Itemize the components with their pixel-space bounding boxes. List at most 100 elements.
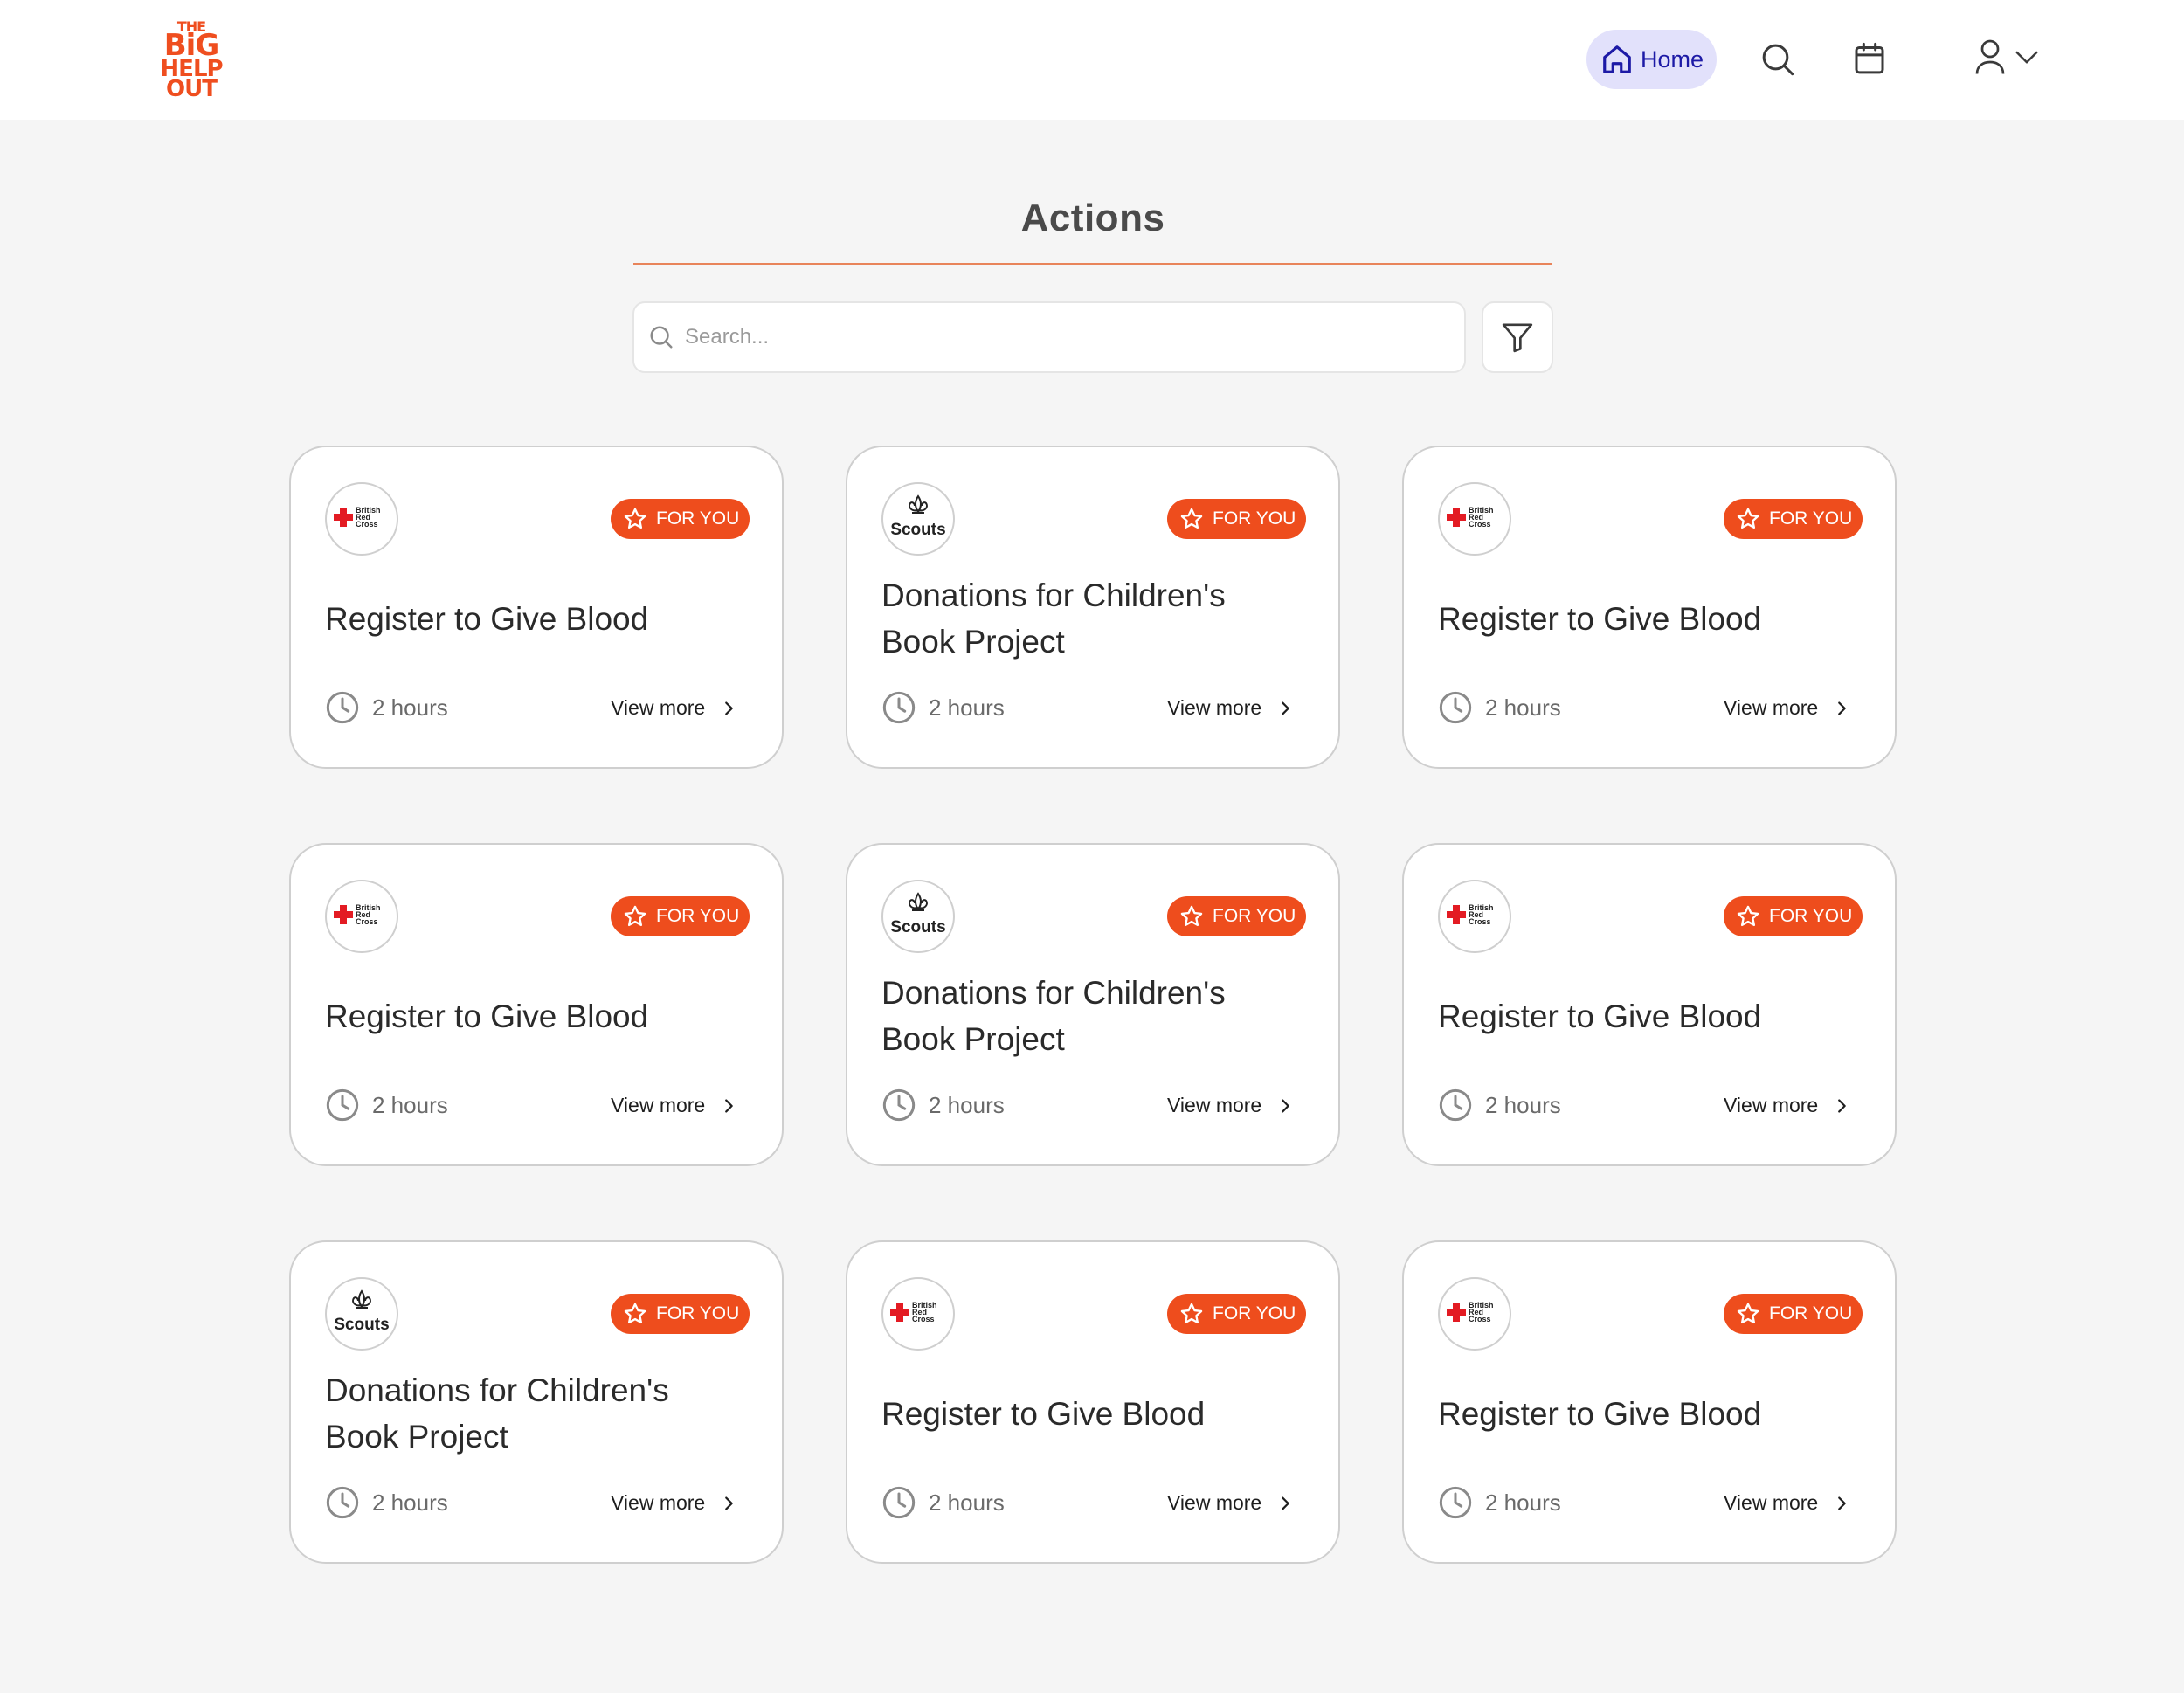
view-more-link[interactable]: View more xyxy=(1167,696,1295,720)
chevron-right-icon xyxy=(725,1496,734,1510)
card-title: Donations for Children's Book Project xyxy=(325,1372,669,1455)
user-icon[interactable] xyxy=(1974,38,2006,75)
duration-label: 2 hours xyxy=(1485,1091,1561,1118)
british-red-cross-logo: British Red Cross xyxy=(325,880,398,953)
for-you-badge: FOR YOU xyxy=(1724,896,1863,936)
clock-icon xyxy=(1439,691,1472,724)
badge-label: FOR YOU xyxy=(1769,1303,1853,1323)
scouts-logo: Scouts xyxy=(881,482,955,556)
card-title: Register to Give Blood xyxy=(1438,1396,1762,1432)
chevron-right-icon xyxy=(1282,1098,1290,1113)
action-card[interactable]: Scouts FOR YOU Donations for Children's B… xyxy=(289,1240,784,1564)
duration: 2 hours xyxy=(1438,690,1561,725)
star-icon xyxy=(1737,1303,1759,1324)
star-icon xyxy=(1737,508,1759,529)
view-more-link[interactable]: View more xyxy=(1167,1094,1295,1117)
view-more-link[interactable]: View more xyxy=(1724,696,1851,720)
chevron-down-icon[interactable] xyxy=(2014,48,2040,66)
chevron-right-icon xyxy=(725,701,734,715)
clock-icon xyxy=(882,1088,916,1122)
top-navigation-bar: THE BiG HELP OUT Home xyxy=(0,0,2184,120)
duration: 2 hours xyxy=(1438,1088,1561,1123)
british-red-cross-logo: British Red Cross xyxy=(1438,880,1511,953)
action-card[interactable]: British Red Cross FOR YOU Register to Giv… xyxy=(1402,843,1897,1166)
badge-label: FOR YOU xyxy=(656,1303,740,1323)
svg-text:Cross: Cross xyxy=(1469,1315,1491,1323)
duration: 2 hours xyxy=(325,1485,448,1520)
clock-icon xyxy=(326,1088,359,1122)
card-title: Donations for Children's Book Project xyxy=(881,975,1226,1057)
action-card[interactable]: British Red Cross FOR YOU Register to Giv… xyxy=(289,843,784,1166)
duration-label: 2 hours xyxy=(929,694,1005,721)
card-title: Donations for Children's Book Project xyxy=(881,577,1226,660)
chevron-right-icon xyxy=(1838,701,1847,715)
chevron-right-icon xyxy=(1838,1496,1847,1510)
duration-label: 2 hours xyxy=(1485,694,1561,721)
filter-button[interactable] xyxy=(1482,301,1553,373)
for-you-badge: FOR YOU xyxy=(1724,1294,1863,1334)
action-card[interactable]: British Red Cross FOR YOU Register to Giv… xyxy=(846,1240,1340,1564)
home-icon xyxy=(1603,45,1631,73)
svg-text:Cross: Cross xyxy=(1469,520,1491,529)
search-input[interactable] xyxy=(685,325,1436,349)
star-icon xyxy=(624,905,646,927)
british-red-cross-logo: British Red Cross xyxy=(881,1277,955,1351)
view-more-link[interactable]: View more xyxy=(1167,1491,1295,1515)
view-more-label: View more xyxy=(611,696,706,719)
search-icon[interactable] xyxy=(1760,42,1795,77)
card-title: Register to Give Blood xyxy=(881,1396,1206,1432)
nav-home-label: Home xyxy=(1641,45,1704,73)
star-icon xyxy=(624,1303,646,1324)
action-card[interactable]: British Red Cross FOR YOU Register to Giv… xyxy=(1402,1240,1897,1564)
british-red-cross-logo: British Red Cross xyxy=(1438,1277,1511,1351)
british-red-cross-logo: British Red Cross xyxy=(1438,482,1511,556)
for-you-badge: FOR YOU xyxy=(611,499,750,539)
clock-icon xyxy=(882,1486,916,1519)
view-more-link[interactable]: View more xyxy=(611,1094,738,1117)
badge-label: FOR YOU xyxy=(1213,906,1296,926)
search-icon xyxy=(650,326,673,349)
for-you-badge: FOR YOU xyxy=(1724,499,1863,539)
view-more-label: View more xyxy=(1167,1491,1262,1514)
action-card[interactable]: Scouts FOR YOU Donations for Children's B… xyxy=(846,446,1340,769)
duration: 2 hours xyxy=(881,690,1005,725)
view-more-link[interactable]: View more xyxy=(1724,1491,1851,1515)
duration-label: 2 hours xyxy=(929,1489,1005,1516)
view-more-link[interactable]: View more xyxy=(611,1491,738,1515)
clock-icon xyxy=(326,691,359,724)
duration-label: 2 hours xyxy=(929,1091,1005,1118)
duration: 2 hours xyxy=(325,1088,448,1123)
card-title: Register to Give Blood xyxy=(325,601,649,637)
for-you-badge: FOR YOU xyxy=(1167,1294,1306,1334)
svg-text:Cross: Cross xyxy=(1469,917,1491,926)
search-field[interactable] xyxy=(632,301,1466,373)
logo-line: OUT xyxy=(166,75,218,102)
chevron-right-icon xyxy=(1282,1496,1290,1510)
duration: 2 hours xyxy=(881,1088,1005,1123)
star-icon xyxy=(1180,905,1203,927)
view-more-label: View more xyxy=(1724,1094,1819,1116)
view-more-link[interactable]: View more xyxy=(611,696,738,720)
badge-label: FOR YOU xyxy=(1213,508,1296,529)
calendar-icon[interactable] xyxy=(1852,40,1887,77)
card-title: Register to Give Blood xyxy=(1438,999,1762,1034)
clock-icon xyxy=(1439,1088,1472,1122)
badge-label: FOR YOU xyxy=(1769,906,1853,926)
badge-label: FOR YOU xyxy=(1213,1303,1296,1323)
view-more-link[interactable]: View more xyxy=(1724,1094,1851,1117)
scouts-logo: Scouts xyxy=(325,1277,398,1351)
big-help-out-logo[interactable]: THE BiG HELP OUT xyxy=(156,16,227,105)
badge-label: FOR YOU xyxy=(1769,508,1853,529)
badge-label: FOR YOU xyxy=(656,906,740,926)
nav-home-button[interactable]: Home xyxy=(1586,30,1717,89)
card-title: Register to Give Blood xyxy=(325,999,649,1034)
action-card[interactable]: Scouts FOR YOU Donations for Children's B… xyxy=(846,843,1340,1166)
clock-icon xyxy=(882,691,916,724)
badge-label: FOR YOU xyxy=(656,508,740,529)
action-card[interactable]: British Red Cross FOR YOU Register to Giv… xyxy=(1402,446,1897,769)
clock-icon xyxy=(326,1486,359,1519)
svg-text:Cross: Cross xyxy=(356,520,378,529)
svg-text:Scouts: Scouts xyxy=(890,918,945,936)
title-divider xyxy=(633,263,1552,265)
action-card[interactable]: British Red Cross FOR YOU Register to Giv… xyxy=(289,446,784,769)
